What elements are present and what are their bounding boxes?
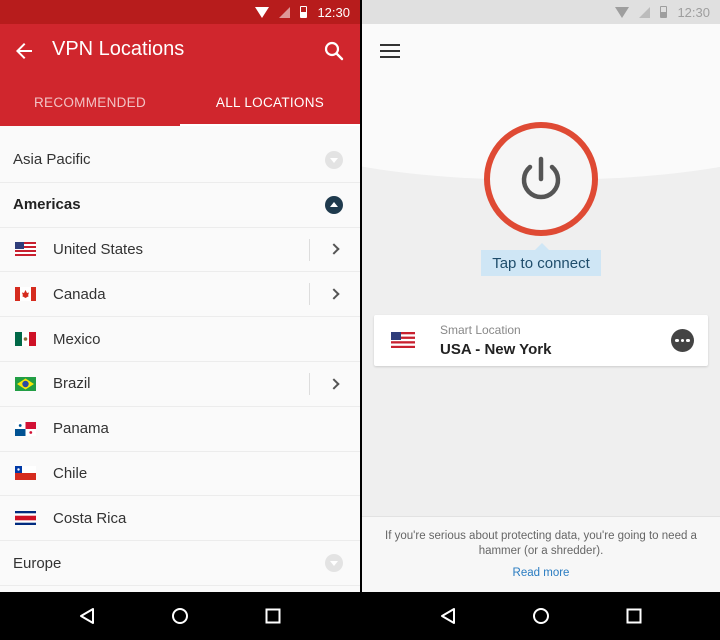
- region-label: Europe: [13, 554, 62, 572]
- read-more-link[interactable]: Read more: [362, 567, 720, 579]
- status-time: 12:30: [317, 4, 350, 20]
- chile-flag-icon: [15, 466, 36, 481]
- selected-location: USA - New York: [440, 341, 552, 358]
- country-row-panama[interactable]: Panama: [0, 407, 360, 452]
- costa-rica-flag-icon: [15, 511, 36, 526]
- system-nav-bar: [0, 592, 360, 640]
- collapse-icon[interactable]: [325, 195, 343, 214]
- country-row-costa-rica[interactable]: Costa Rica: [0, 496, 360, 542]
- connect-hint: Tap to connect: [481, 243, 601, 276]
- footer-message: If you're serious about protecting data,…: [385, 530, 697, 557]
- home-nav-icon[interactable]: [165, 601, 195, 631]
- country-label: Panama: [53, 420, 109, 438]
- region-row-asia-pacific[interactable]: Asia Pacific: [0, 138, 360, 183]
- location-tabs: RECOMMENDED ALL LOCATIONS: [0, 78, 360, 126]
- country-row-mexico[interactable]: Mexico: [0, 317, 360, 362]
- us-flag-icon: [15, 242, 36, 257]
- expand-icon[interactable]: [325, 554, 343, 573]
- country-label: Costa Rica: [53, 509, 127, 527]
- country-label: Mexico: [53, 330, 101, 348]
- chevron-right-icon[interactable]: [328, 288, 340, 300]
- recents-nav-icon[interactable]: [258, 601, 288, 631]
- home-screen: 12:30 Tap to connect Smart Location USA …: [362, 0, 720, 640]
- locations-screen: 12:30 VPN Locations RECOMMENDED ALL LOCA…: [0, 0, 360, 640]
- region-row-europe[interactable]: Europe: [0, 541, 360, 586]
- footer-panel: If you're serious about protecting data,…: [362, 516, 720, 592]
- wifi-icon: [255, 6, 270, 18]
- mexico-flag-icon: [15, 332, 36, 347]
- location-list: Asia Pacific Americas United States Cana…: [0, 138, 360, 586]
- country-label: Canada: [53, 285, 106, 303]
- smart-location-card[interactable]: Smart Location USA - New York: [374, 315, 708, 366]
- country-label: United States: [53, 240, 144, 258]
- page-title: VPN Locations: [52, 38, 185, 60]
- status-bar: 12:30: [362, 0, 720, 24]
- more-options-icon[interactable]: [671, 329, 694, 352]
- region-label: Americas: [13, 196, 81, 214]
- system-nav-bar: [362, 592, 720, 640]
- chevron-right-icon[interactable]: [328, 378, 340, 390]
- wifi-icon: [615, 6, 630, 18]
- tab-all-locations[interactable]: ALL LOCATIONS: [180, 78, 360, 126]
- country-row-chile[interactable]: Chile: [0, 452, 360, 497]
- country-row-canada[interactable]: Canada: [0, 272, 360, 318]
- chevron-right-icon[interactable]: [328, 243, 340, 256]
- back-nav-icon[interactable]: [433, 601, 463, 631]
- expand-icon[interactable]: [325, 150, 343, 169]
- country-label: Brazil: [53, 375, 91, 393]
- arrow-left-icon[interactable]: [12, 39, 36, 63]
- search-icon[interactable]: [322, 39, 346, 63]
- brazil-flag-icon: [15, 376, 36, 391]
- region-label: Asia Pacific: [13, 151, 91, 169]
- panama-flag-icon: [15, 421, 36, 436]
- signal-icon: [279, 6, 291, 18]
- region-row-americas[interactable]: Americas: [0, 183, 360, 228]
- signal-icon: [639, 6, 651, 18]
- hamburger-menu-icon[interactable]: [380, 44, 400, 58]
- canada-flag-icon: [15, 287, 36, 302]
- back-nav-icon[interactable]: [72, 601, 102, 631]
- divider: [309, 372, 310, 395]
- country-row-united-states[interactable]: United States: [0, 228, 360, 273]
- divider: [309, 283, 310, 306]
- battery-icon: [300, 6, 308, 18]
- app-bar: VPN Locations RECOMMENDED ALL LOCATIONS: [0, 24, 360, 126]
- status-bar: 12:30: [0, 0, 360, 24]
- country-row-brazil[interactable]: Brazil: [0, 362, 360, 407]
- battery-icon: [660, 6, 668, 18]
- power-icon: [521, 156, 561, 200]
- recents-nav-icon[interactable]: [619, 601, 649, 631]
- country-label: Chile: [53, 464, 88, 482]
- divider: [309, 238, 310, 261]
- status-time: 12:30: [677, 4, 710, 20]
- us-flag-icon: [391, 332, 415, 348]
- power-button[interactable]: [484, 122, 598, 236]
- card-subtitle: Smart Location: [440, 323, 521, 337]
- home-nav-icon[interactable]: [526, 601, 556, 631]
- tab-recommended[interactable]: RECOMMENDED: [0, 78, 180, 126]
